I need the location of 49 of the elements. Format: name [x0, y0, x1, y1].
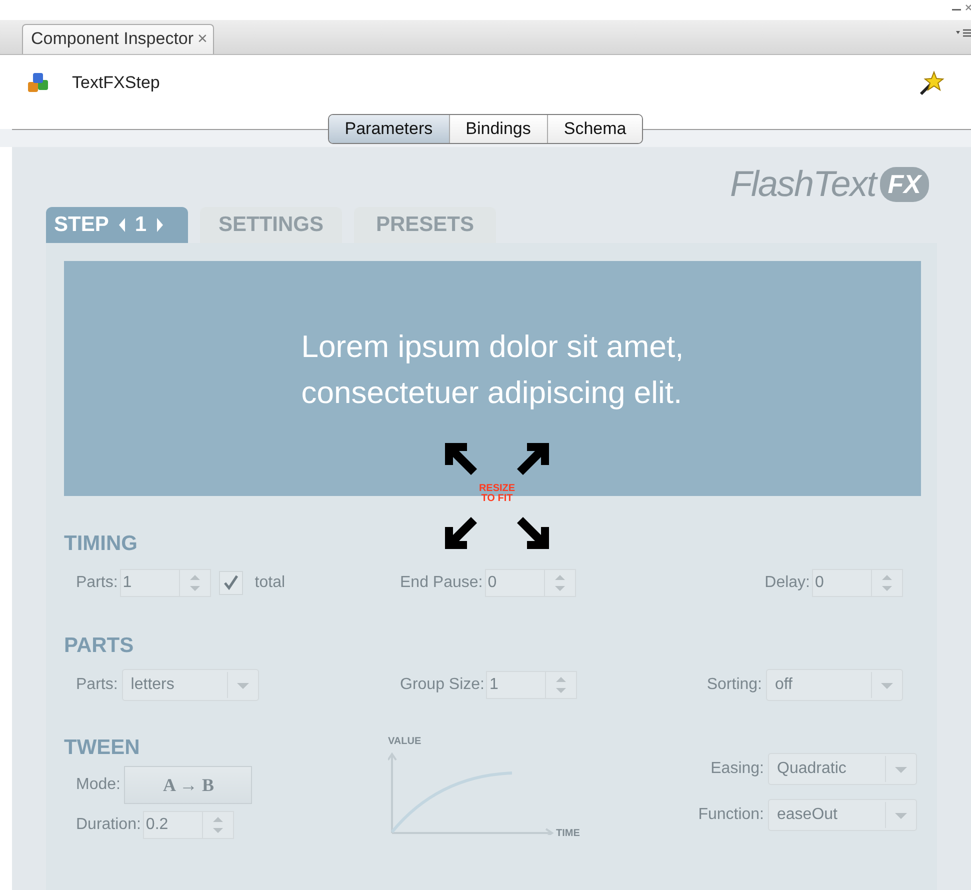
- field-label: Parts:: [76, 676, 118, 694]
- star-wand-icon[interactable]: [919, 70, 945, 96]
- number-stepper[interactable]: 1: [120, 569, 211, 597]
- settings-tab[interactable]: SETTINGS: [200, 207, 342, 243]
- dropdown[interactable]: easeOut: [768, 799, 917, 831]
- view-tab[interactable]: Schema: [546, 115, 642, 143]
- resize-to-fit-button[interactable]: RESIZE TO FIT: [445, 443, 549, 549]
- field-label: Duration:: [76, 816, 141, 834]
- section-heading: PARTS: [64, 634, 135, 658]
- next-arrow-icon[interactable]: [154, 217, 165, 233]
- panel-menu-icon[interactable]: [955, 28, 971, 38]
- section-heading: TWEEN: [64, 736, 141, 760]
- field-label: End Pause:: [400, 574, 483, 592]
- number-stepper[interactable]: 0.2: [142, 811, 234, 839]
- view-tab[interactable]: Parameters: [328, 115, 449, 143]
- step-tab[interactable]: STEP 1: [46, 207, 188, 243]
- checkbox-label: total: [254, 574, 286, 592]
- step-label: STEP: [54, 213, 109, 237]
- field-label: Function:: [698, 806, 764, 824]
- number-stepper[interactable]: 0: [484, 569, 576, 597]
- previous-arrow-icon[interactable]: [116, 217, 127, 233]
- resize-arrows-icon: [445, 443, 549, 549]
- preview-text: consectetuer adipiscing elit.: [301, 374, 684, 412]
- settings-tab[interactable]: PRESETS: [354, 207, 496, 243]
- number-stepper[interactable]: 1: [486, 671, 578, 699]
- field-label: Delay:: [764, 574, 810, 592]
- field-label: Sorting:: [706, 676, 762, 694]
- logo: FlashText FX: [730, 163, 929, 205]
- dropdown[interactable]: Quadratic: [768, 753, 917, 785]
- panel-tab[interactable]: Component Inspector ×: [22, 24, 214, 54]
- dropdown[interactable]: letters: [122, 669, 259, 701]
- field-label: Mode:: [76, 776, 120, 794]
- component-name: TextFXStep: [72, 73, 161, 93]
- axis-label: VALUE: [388, 736, 422, 747]
- view-tab[interactable]: Bindings: [448, 115, 547, 143]
- checkbox[interactable]: [218, 571, 243, 595]
- section-heading: TIMING: [64, 532, 138, 556]
- field-label: Group Size:: [400, 676, 484, 694]
- panel-tab-title: Component Inspector: [31, 29, 194, 49]
- tab-close-button[interactable]: ×: [198, 29, 208, 49]
- axis-label: TIME: [556, 828, 580, 839]
- field-label: Easing:: [710, 760, 764, 778]
- field-label: Parts:: [76, 574, 118, 592]
- step-number: 1: [134, 213, 147, 237]
- dropdown[interactable]: off: [766, 669, 903, 701]
- number-stepper[interactable]: 0: [812, 569, 903, 597]
- preview-text: Lorem ipsum dolor sit amet,: [301, 328, 684, 366]
- checkmark-icon: [222, 574, 240, 592]
- mode-button[interactable]: A → B: [124, 766, 252, 804]
